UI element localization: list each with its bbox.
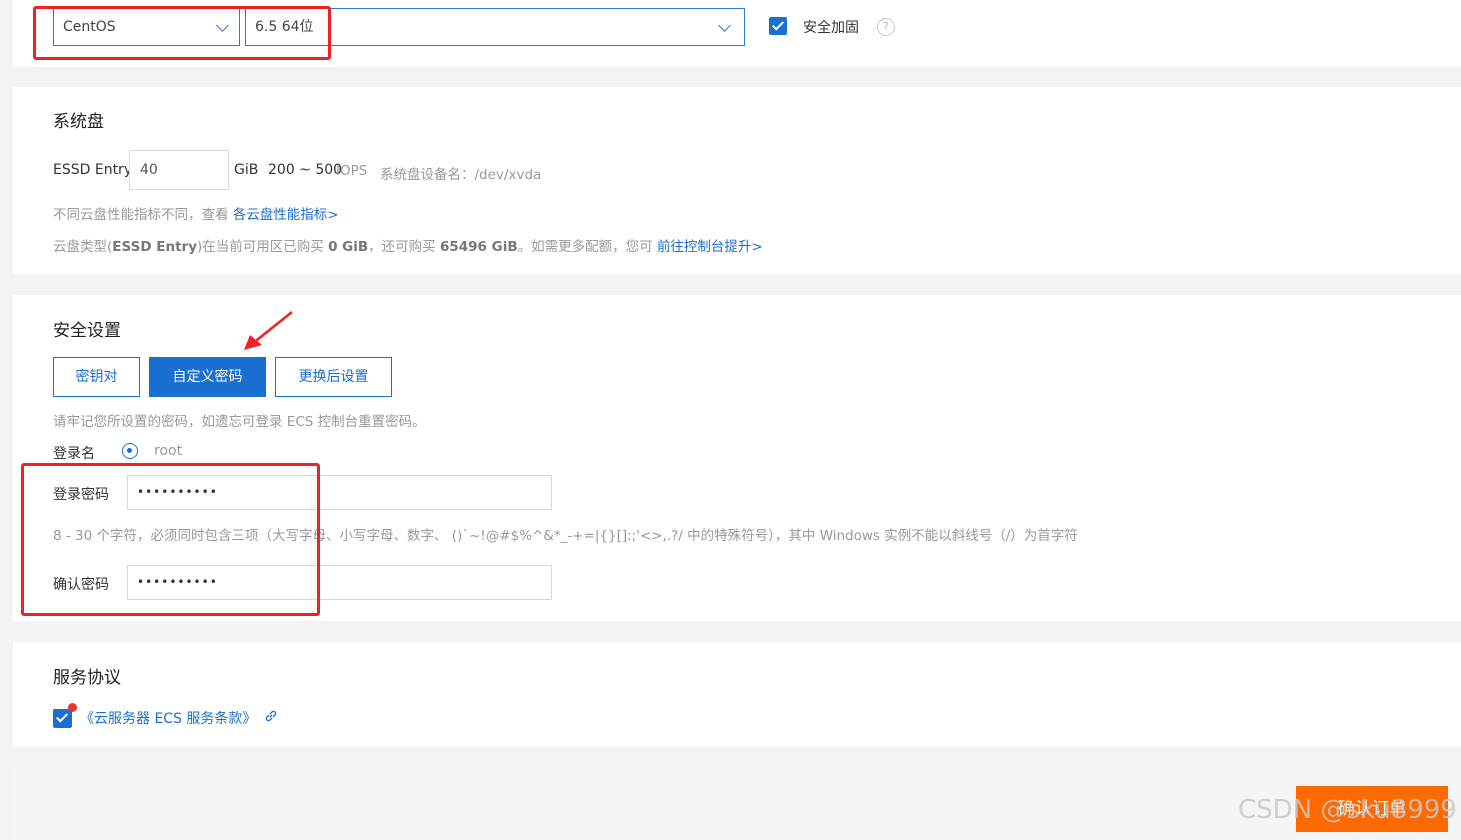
disk-unit: GiB [234, 162, 259, 178]
disk-quota-note: 云盘类型(ESSD Entry)在当前可用区已购买 0 GiB，还可购买 654… [53, 235, 763, 255]
annotation-arrow [244, 311, 293, 350]
login-name-radio[interactable] [122, 443, 138, 459]
agreement-card [13, 642, 1461, 747]
disk-perf-note: 不同云盘性能指标不同，查看 各云盘性能指标> [53, 203, 339, 223]
security-hardening-label: 安全加固 [803, 20, 859, 36]
disk-perf-link[interactable]: 各云盘性能指标> [233, 207, 339, 223]
tab-custom-password[interactable]: 自定义密码 [149, 357, 266, 397]
quota-text-b: )在当前可用区已购买 [197, 239, 324, 255]
quota-link[interactable]: 前往控制台提升> [657, 239, 763, 255]
radio-dot [127, 448, 132, 453]
annotation-box [21, 463, 320, 616]
quota-text-c: ，还可购买 [368, 239, 436, 255]
security-hardening-checkbox[interactable] [769, 17, 787, 35]
chevron-down-icon [718, 19, 731, 32]
quota-left: 65496 GiB [439, 239, 518, 255]
external-link-icon[interactable] [264, 709, 278, 723]
disk-iops-range: 200 ~ 500 [268, 162, 343, 178]
system-disk-title: 系统盘 [53, 112, 104, 132]
quota-type: ESSD Entry [112, 239, 197, 255]
disk-type-label: ESSD Entry [53, 162, 133, 178]
annotation-box [33, 6, 331, 60]
disk-device-name: 系统盘设备名：/dev/xvda [380, 167, 542, 183]
login-name-label: 登录名 [53, 446, 95, 462]
quota-bought: 0 GiB [328, 239, 369, 255]
security-title: 安全设置 [53, 321, 121, 341]
disk-size-input[interactable]: 40 [129, 150, 229, 190]
help-icon[interactable]: ? [877, 18, 895, 36]
agreement-checkbox[interactable] [53, 709, 72, 728]
disk-size-value: 40 [140, 162, 158, 178]
watermark: CSDN @sku8999 [1238, 795, 1457, 825]
tab-key-pair[interactable]: 密钥对 [53, 357, 140, 397]
tab-set-later[interactable]: 更换后设置 [275, 357, 392, 397]
login-name-value: root [154, 443, 183, 459]
disk-perf-text: 不同云盘性能指标不同，查看 [53, 207, 229, 223]
security-hint: 请牢记您所设置的密码，如遗忘可登录 ECS 控制台重置密码。 [53, 414, 426, 430]
agreement-link[interactable]: 《云服务器 ECS 服务条款》 [80, 708, 256, 728]
agreement-title: 服务协议 [53, 668, 121, 688]
quota-text-a: 云盘类型( [53, 239, 113, 255]
disk-iops-label: IOPS [336, 163, 368, 179]
required-dot [68, 703, 77, 712]
quota-text-d: 。如需更多配额，您可 [517, 239, 653, 255]
